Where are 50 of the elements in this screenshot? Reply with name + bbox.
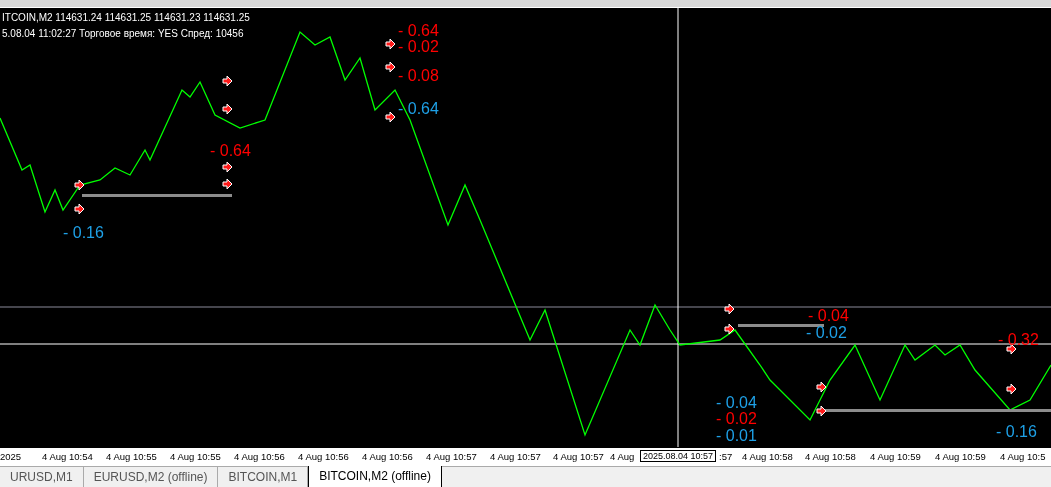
time-label: 4 Aug 10:58 [742, 451, 793, 462]
time-label: 4 Aug 10:59 [870, 451, 921, 462]
arrow-icon [222, 103, 233, 115]
time-label: 2025 [0, 451, 22, 462]
time-label: :57 [719, 451, 733, 462]
value-label: - 0.64 [398, 100, 439, 118]
arrow-icon [724, 323, 735, 335]
time-label: 4 Aug 10:56 [234, 451, 285, 462]
value-label: - 0.16 [996, 423, 1037, 441]
time-label: 4 Aug 10:58 [805, 451, 856, 462]
arrow-icon [74, 203, 85, 215]
arrow-icon [1006, 383, 1017, 395]
time-label: 4 Aug 10:5 [1000, 451, 1046, 462]
time-label: 4 Aug 10:55 [170, 451, 221, 462]
value-label: - 0.02 [398, 38, 439, 56]
time-label: 4 Aug 10:57 [426, 451, 477, 462]
time-label: 4 Aug 10:56 [362, 451, 413, 462]
crosshair-time-label: 2025.08.04 10:57 [640, 450, 717, 462]
arrow-icon [222, 75, 233, 87]
value-label: - 0.08 [398, 67, 439, 85]
chart-tab[interactable]: BITCOIN,M2 (offline) [308, 466, 442, 487]
arrow-icon [222, 178, 233, 190]
time-label: 4 Aug 10:57 [553, 451, 604, 462]
time-label: 4 Aug 10:57 [490, 451, 541, 462]
arrow-icon [385, 111, 396, 123]
time-label: 4 Aug 10:56 [298, 451, 349, 462]
arrow-icon [385, 61, 396, 73]
value-label: - 0.02 [716, 410, 757, 428]
symbol-quote: ITCOIN,M2 114631.24 114631.25 114631.23 114631.25 [2, 12, 250, 23]
time-label: 4 Aug 10:59 [935, 451, 986, 462]
arrow-icon [74, 179, 85, 191]
value-label: - 0.01 [716, 427, 757, 445]
value-label: - 0.64 [398, 22, 439, 40]
time-label: 4 Aug [610, 451, 635, 462]
time-label: 4 Aug 10:55 [106, 451, 157, 462]
value-label: - 0.04 [808, 307, 849, 325]
arrow-icon [385, 38, 396, 50]
value-label: - 0.64 [210, 142, 251, 160]
chart-tab[interactable]: EURUSD,M2 (offline) [83, 467, 219, 487]
value-label: - 0.32 [998, 331, 1039, 349]
arrow-icon [816, 405, 827, 417]
arrow-icon [222, 161, 233, 173]
value-label: - 0.16 [63, 224, 104, 242]
value-label: - 0.02 [806, 324, 847, 342]
value-label: - 0.04 [716, 394, 757, 412]
arrow-icon [816, 381, 827, 393]
arrow-icon [724, 303, 735, 315]
chart-tab[interactable]: URUSD,M1 [0, 467, 84, 487]
info-line: 5.08.04 11:02:27 Торговое время: YES Спред: 10456 [2, 28, 244, 39]
time-label: 4 Aug 10:54 [42, 451, 93, 462]
